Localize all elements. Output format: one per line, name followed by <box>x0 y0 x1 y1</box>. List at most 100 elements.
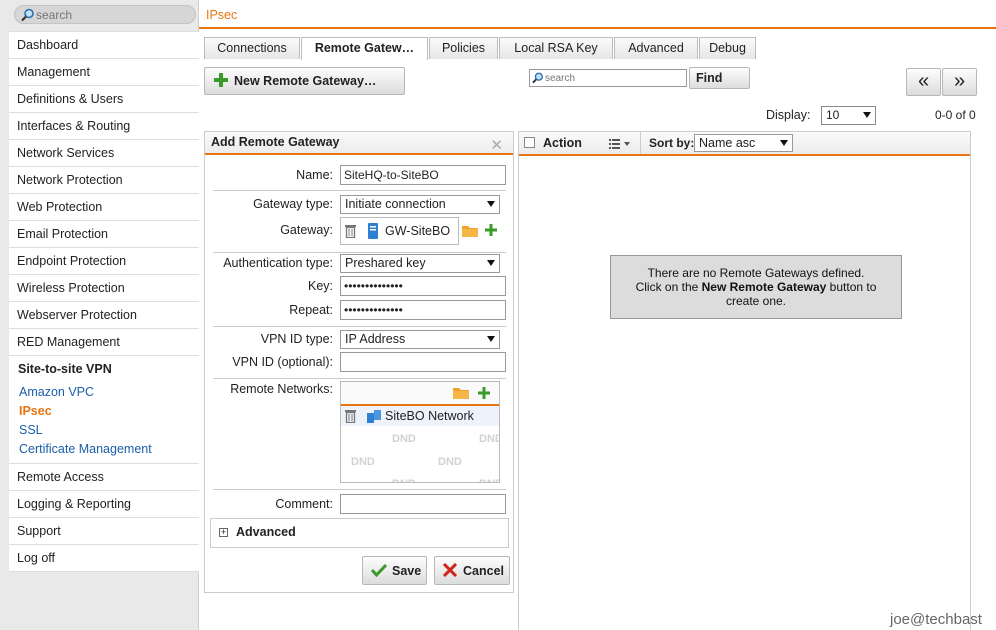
remote-network-item[interactable]: SiteBO Network <box>341 406 499 426</box>
gateway-type-label: Gateway type: <box>253 197 333 211</box>
remote-network-label: SiteBO Network <box>385 409 474 423</box>
x-icon <box>442 562 458 580</box>
sidebar-item-logging-reporting[interactable]: Logging & Reporting <box>9 491 199 518</box>
expand-icon[interactable]: + <box>219 528 228 537</box>
close-icon[interactable]: ✕ <box>490 135 503 156</box>
tab-advanced[interactable]: Advanced <box>614 37 698 59</box>
vpn-id-label: VPN ID (optional): <box>232 355 333 369</box>
select-all-checkbox[interactable] <box>524 137 535 148</box>
dnd-watermark: DND <box>351 456 375 468</box>
dnd-watermark: DND <box>392 478 416 482</box>
search-icon <box>21 8 35 25</box>
display-count-value: 10 <box>826 108 840 122</box>
checkmark-icon <box>370 563 388 580</box>
sidebar-search[interactable] <box>14 5 196 24</box>
list-search-input[interactable] <box>545 71 683 85</box>
advanced-section-label: Advanced <box>236 525 296 539</box>
tab-remote-gateways[interactable]: Remote Gatew… <box>301 37 428 60</box>
gateway-drop-box[interactable]: GW-SiteBO <box>340 217 459 245</box>
key-field[interactable]: •••••••••••••• <box>340 276 506 296</box>
tab-local-rsa-key[interactable]: Local RSA Key <box>499 37 613 59</box>
sidebar-item-webserver-protection[interactable]: Webserver Protection <box>9 302 199 329</box>
auth-type-select[interactable]: Preshared key <box>340 254 500 273</box>
sidebar-item-endpoint-protection[interactable]: Endpoint Protection <box>9 248 199 275</box>
divider <box>213 489 506 490</box>
search-icon <box>532 72 544 87</box>
tab-connections[interactable]: Connections <box>204 37 300 59</box>
cancel-button[interactable]: Cancel <box>434 556 510 585</box>
sidebar-menu: Dashboard Management Definitions & Users… <box>9 31 199 572</box>
sidebar-subitem-amazon-vpc[interactable]: Amazon VPC <box>9 383 199 402</box>
previous-page-button[interactable]: « <box>906 68 941 96</box>
remote-networks-box[interactable]: SiteBO Network DND DND DND DND DND DND <box>340 381 500 483</box>
add-remote-gateway-panel: Add Remote Gateway ✕ Name: SiteHQ-to-Sit… <box>204 131 514 593</box>
gateway-type-select[interactable]: Initiate connection <box>340 195 500 214</box>
plus-icon[interactable] <box>485 224 497 239</box>
find-button[interactable]: Find <box>689 67 750 89</box>
name-label: Name: <box>296 168 333 182</box>
empty-state-line2: Click on the New Remote Gateway button t… <box>635 280 877 294</box>
sidebar-item-web-protection[interactable]: Web Protection <box>9 194 199 221</box>
empty-state-button-ref: New Remote Gateway <box>701 280 827 294</box>
sidebar-item-log-off[interactable]: Log off <box>9 545 199 572</box>
plus-icon <box>214 73 228 90</box>
divider <box>213 326 506 327</box>
divider <box>213 190 506 191</box>
sidebar-group-title[interactable]: Site-to-site VPN <box>9 356 199 383</box>
list-menu-icon[interactable] <box>609 138 631 152</box>
empty-state-line1: There are no Remote Gateways defined. <box>647 266 865 280</box>
sidebar-subitem-certificate-management[interactable]: Certificate Management <box>9 440 199 459</box>
chevron-down-icon <box>487 260 495 266</box>
repeat-key-field[interactable]: •••••••••••••• <box>340 300 506 320</box>
plus-icon[interactable] <box>478 387 490 402</box>
trash-icon[interactable] <box>345 224 356 241</box>
sidebar-item-dashboard[interactable]: Dashboard <box>9 32 199 59</box>
sortby-select[interactable]: Name asc <box>694 134 793 152</box>
sidebar-item-remote-access[interactable]: Remote Access <box>9 464 199 491</box>
vpn-id-type-value: IP Address <box>345 332 406 346</box>
new-remote-gateway-label: New Remote Gateway… <box>234 74 377 88</box>
vpn-id-field[interactable] <box>340 352 506 372</box>
panel-title: Add Remote Gateway <box>211 135 340 149</box>
sidebar-item-network-services[interactable]: Network Services <box>9 140 199 167</box>
repeat-label: Repeat: <box>289 303 333 317</box>
sidebar-subitem-ssl[interactable]: SSL <box>9 421 199 440</box>
divider <box>213 252 506 253</box>
gateway-label: Gateway: <box>280 223 333 237</box>
new-remote-gateway-button[interactable]: New Remote Gateway… <box>204 67 405 95</box>
folder-icon[interactable] <box>462 225 478 240</box>
comment-field[interactable] <box>340 494 506 514</box>
display-count-select[interactable]: 10 <box>821 106 876 125</box>
sidebar-item-email-protection[interactable]: Email Protection <box>9 221 199 248</box>
sidebar-subitem-ipsec[interactable]: IPsec <box>9 402 199 421</box>
trash-icon[interactable] <box>345 409 356 429</box>
folder-icon[interactable] <box>453 387 469 402</box>
tab-debug[interactable]: Debug <box>699 37 756 59</box>
empty-state-message: There are no Remote Gateways defined. Cl… <box>610 255 902 319</box>
sidebar-item-support[interactable]: Support <box>9 518 199 545</box>
host-icon <box>368 223 378 242</box>
sortby-value: Name asc <box>699 136 756 150</box>
sidebar-item-network-protection[interactable]: Network Protection <box>9 167 199 194</box>
vpn-id-type-select[interactable]: IP Address <box>340 330 500 349</box>
tab-policies[interactable]: Policies <box>429 37 498 59</box>
sidebar-search-input[interactable] <box>36 7 186 22</box>
sidebar-item-definitions-users[interactable]: Definitions & Users <box>9 86 199 113</box>
list-search[interactable] <box>529 69 687 87</box>
auth-type-label: Authentication type: <box>223 256 333 270</box>
sidebar-item-management[interactable]: Management <box>9 59 199 86</box>
remote-networks-header <box>341 382 499 406</box>
breadcrumb: IPsec <box>206 8 238 22</box>
sidebar-item-wireless-protection[interactable]: Wireless Protection <box>9 275 199 302</box>
sidebar-item-red-management[interactable]: RED Management <box>9 329 199 356</box>
chevron-down-icon <box>487 336 495 342</box>
sidebar-item-interfaces-routing[interactable]: Interfaces & Routing <box>9 113 199 140</box>
next-page-button[interactable]: » <box>942 68 977 96</box>
dnd-watermark: DND <box>438 456 462 468</box>
save-button[interactable]: Save <box>362 556 427 585</box>
name-field[interactable]: SiteHQ-to-SiteBO <box>340 165 506 185</box>
user-label: joe@techbast <box>890 611 982 628</box>
remote-gateway-list: Action Sort by: Name asc There are no Re… <box>518 131 971 630</box>
auth-type-value: Preshared key <box>345 256 426 270</box>
advanced-section[interactable]: + Advanced <box>210 518 509 548</box>
